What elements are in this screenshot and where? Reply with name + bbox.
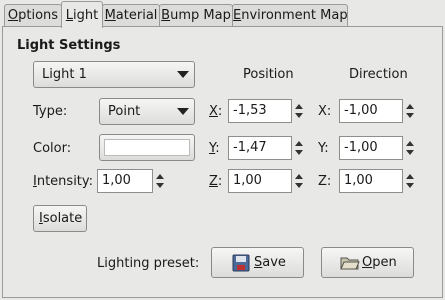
position-z-mnemonic: Z <box>209 174 218 189</box>
color-swatch <box>104 139 190 156</box>
isolate-button-label: Isolate <box>39 211 82 227</box>
color-label: Color: <box>33 141 72 156</box>
chevron-down-icon <box>177 108 189 115</box>
intensity-label: Intensity: <box>33 174 93 190</box>
position-y-field[interactable]: -1,47 <box>228 136 292 160</box>
tab-light[interactable]: Light <box>61 1 103 28</box>
spin-down-icon[interactable] <box>406 113 414 118</box>
direction-z-spin-buttons[interactable] <box>404 169 416 193</box>
position-x-label: X: <box>209 104 222 120</box>
light-select-combo[interactable]: Light 1 <box>33 61 195 88</box>
spin-up-icon[interactable] <box>406 174 414 179</box>
position-header: Position <box>243 67 294 82</box>
tab-light-mnemonic: L <box>65 8 74 23</box>
direction-x-label: X: <box>318 104 332 119</box>
type-label: Type: <box>33 104 68 119</box>
tab-options[interactable]: Options <box>4 4 62 26</box>
chevron-down-icon <box>177 71 189 78</box>
tab-options-mnemonic: O <box>7 8 19 23</box>
direction-header: Direction <box>349 67 408 82</box>
tab-material[interactable]: Material <box>102 4 160 26</box>
position-z-label: Z: <box>209 174 222 190</box>
tab-options-label: ptions <box>18 8 59 23</box>
spin-down-icon[interactable] <box>295 150 303 155</box>
direction-x-spin-buttons[interactable] <box>404 99 416 123</box>
spin-down-icon[interactable] <box>406 183 414 188</box>
isolate-text: solate <box>42 211 83 226</box>
tab-environment-map[interactable]: Environment Map <box>232 4 348 26</box>
tab-environment-map-mnemonic: E <box>233 8 242 23</box>
spin-down-icon[interactable] <box>156 183 164 188</box>
direction-z-field[interactable]: 1,00 <box>339 169 403 193</box>
open-button[interactable]: Open <box>321 247 414 278</box>
position-z-spin-buttons[interactable] <box>293 169 305 193</box>
open-button-label: Open <box>362 255 397 271</box>
direction-z-label: Z: <box>318 174 332 189</box>
spin-down-icon[interactable] <box>295 113 303 118</box>
open-mnemonic: O <box>362 255 373 270</box>
spin-up-icon[interactable] <box>295 174 303 179</box>
color-button[interactable] <box>99 134 195 161</box>
tab-bump-map-mnemonic: B <box>161 8 171 23</box>
direction-y-label: Y: <box>318 141 329 156</box>
save-button[interactable]: Save <box>211 247 304 278</box>
save-button-label: Save <box>254 255 286 271</box>
folder-icon <box>340 255 360 271</box>
notebook-tabs: Options Light Material Bump Map Environm… <box>0 0 445 28</box>
tab-bump-map[interactable]: Bump Map <box>159 4 233 26</box>
spin-up-icon[interactable] <box>295 104 303 109</box>
position-y-label: Y: <box>209 141 220 157</box>
position-x-colon: : <box>217 104 223 119</box>
save-text: ave <box>262 255 286 270</box>
spin-down-icon[interactable] <box>295 183 303 188</box>
position-x-field[interactable]: -1,53 <box>228 99 292 123</box>
open-text: pen <box>372 255 397 270</box>
tab-material-mnemonic: M <box>104 8 116 23</box>
tab-material-label: aterial <box>115 8 158 23</box>
intensity-field[interactable]: 1,00 <box>97 169 153 193</box>
position-y-colon: : <box>215 141 220 156</box>
intensity-label-text: ntensity: <box>36 174 94 189</box>
direction-y-field[interactable]: -1,00 <box>339 136 403 160</box>
intensity-spin-buttons[interactable] <box>154 169 166 193</box>
lighting-preset-label: Lighting preset: <box>97 256 200 271</box>
position-x-mnemonic: X <box>209 104 218 119</box>
position-z-colon: : <box>217 174 223 189</box>
light-select-value: Light 1 <box>42 67 87 82</box>
type-combo[interactable]: Point <box>99 98 195 125</box>
light-settings-title: Light Settings <box>17 38 121 53</box>
isolate-button[interactable]: Isolate <box>33 205 87 232</box>
direction-x-field[interactable]: -1,00 <box>339 99 403 123</box>
tab-light-label: ight <box>73 8 99 23</box>
spin-up-icon[interactable] <box>406 104 414 109</box>
spin-down-icon[interactable] <box>406 150 414 155</box>
floppy-disk-icon <box>232 254 250 272</box>
spin-up-icon[interactable] <box>295 141 303 146</box>
position-z-field[interactable]: 1,00 <box>228 169 292 193</box>
spin-up-icon[interactable] <box>406 141 414 146</box>
spin-up-icon[interactable] <box>156 174 164 179</box>
tab-environment-map-label: nvironment Map <box>241 8 348 23</box>
position-y-spin-buttons[interactable] <box>293 136 305 160</box>
type-value: Point <box>108 104 141 119</box>
direction-y-spin-buttons[interactable] <box>404 136 416 160</box>
position-x-spin-buttons[interactable] <box>293 99 305 123</box>
tab-bump-map-label: ump Map <box>170 8 231 23</box>
